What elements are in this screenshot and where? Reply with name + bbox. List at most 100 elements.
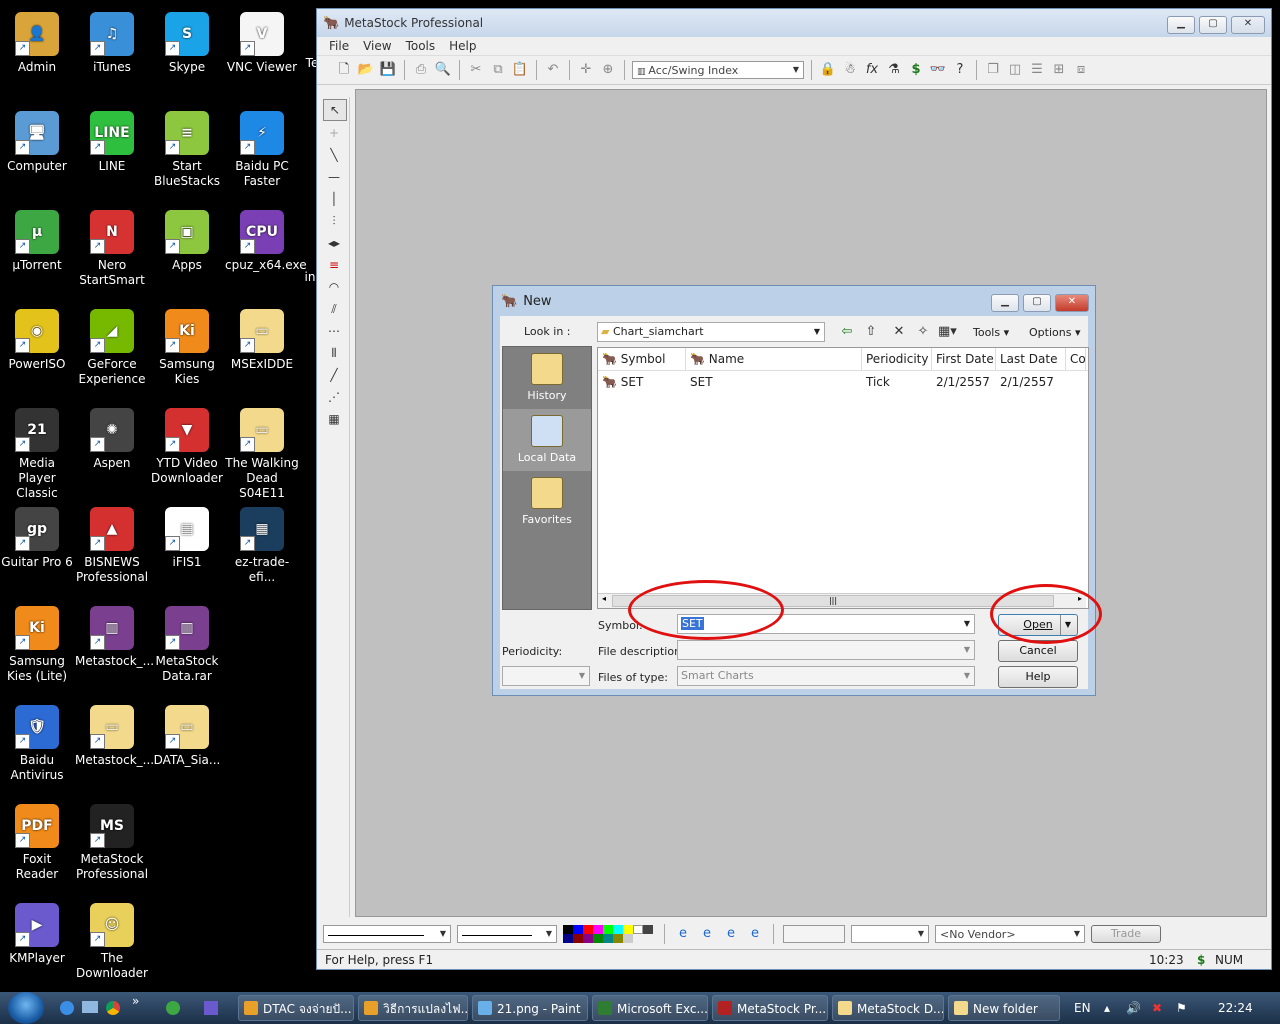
look-in-combo[interactable]: ▰ Chart_siamchart ▼ xyxy=(597,322,825,342)
channel-tool-icon[interactable]: ╱ xyxy=(323,365,345,385)
line-style-combo[interactable]: ▼ xyxy=(323,925,451,943)
new-folder-icon[interactable]: ✧ xyxy=(914,323,932,341)
quote-combo[interactable]: ▼ xyxy=(851,925,929,943)
file-list[interactable]: 🐂 Symbol 🐂 Name Periodicity First Date L… xyxy=(597,347,1089,609)
utorrent-quicklaunch-icon[interactable] xyxy=(166,1001,180,1015)
more-quicklaunch-icon[interactable]: » xyxy=(132,994,139,1008)
views-icon[interactable]: ▦▾ xyxy=(938,323,957,341)
copy-icon[interactable]: ⧉ xyxy=(489,61,507,79)
options-menu[interactable]: Options ▾ xyxy=(1029,326,1080,339)
color-swatch[interactable] xyxy=(613,925,623,934)
explorer-binoculars-icon[interactable]: 👓 xyxy=(929,61,947,79)
ie-link-icon[interactable]: e xyxy=(674,925,692,943)
color-swatch[interactable] xyxy=(643,925,653,934)
new-file-icon[interactable]: 🗋 xyxy=(335,61,353,79)
desktop-icon-msexidde[interactable]: ▭ ↗ MSExIDDE xyxy=(225,305,299,372)
desktop-icon-vnc-viewer[interactable]: V ↗ VNC Viewer xyxy=(225,8,299,75)
desktop-icon-aspen[interactable]: ✺ ↗ Aspen xyxy=(75,404,149,471)
expert-advisor-icon[interactable]: ☃ xyxy=(841,61,859,79)
desktop-icon-apps[interactable]: ▣ ↗ Apps xyxy=(150,206,224,273)
crosshair-icon[interactable]: ✛ xyxy=(577,61,595,79)
formula-icon[interactable]: fx xyxy=(863,61,881,79)
ie-link-icon-3[interactable]: e xyxy=(722,925,740,943)
desktop-icon-the-downloader[interactable]: ☺ ↗ The Downloader xyxy=(75,899,149,981)
help-button[interactable]: Help xyxy=(998,666,1078,688)
color-swatch[interactable] xyxy=(573,934,583,943)
close-button[interactable]: ✕ xyxy=(1231,16,1265,34)
zoom-icon[interactable]: ⊕ xyxy=(599,61,617,79)
desktop-icon-foxit-reader[interactable]: PDF ↗ Foxit Reader xyxy=(0,800,74,882)
show-desktop-quicklaunch-icon[interactable] xyxy=(82,1001,98,1013)
desktop-icon-poweriso[interactable]: ◉ ↗ PowerISO xyxy=(0,305,74,372)
periodicity-combo[interactable]: ▼ xyxy=(502,666,590,686)
chrome-quicklaunch-icon[interactable] xyxy=(106,1001,120,1015)
dollar-icon[interactable]: $ xyxy=(907,61,925,79)
lock-icon[interactable]: 🔒 xyxy=(819,61,837,79)
desktop-icon-baidu-pc-faster[interactable]: ⚡ ↗ Baidu PC Faster xyxy=(225,107,299,189)
metastock-titlebar[interactable]: 🐂 MetaStock Professional ▁ ▢ ✕ xyxy=(317,9,1271,37)
maximize-button[interactable]: ▢ xyxy=(1199,16,1227,34)
desktop-icon-computer[interactable]: 🖥 ↗ Computer xyxy=(0,107,74,174)
column-header-name[interactable]: 🐂 Name xyxy=(686,348,862,370)
desktop-icon-ytd-video-downloader[interactable]: ▼ ↗ YTD Video Downloader xyxy=(150,404,224,486)
column-header-first-date[interactable]: First Date xyxy=(932,348,996,370)
menu-tools[interactable]: Tools xyxy=(406,37,436,55)
desktop-icon-line[interactable]: LINE ↗ LINE xyxy=(75,107,149,174)
desktop-icon-metastock[interactable]: ▥ ↗ Metastock_... xyxy=(75,602,154,669)
trendline-tool-icon[interactable]: ╲ xyxy=(323,145,345,165)
gann-fan-tool-icon[interactable]: ⋰ xyxy=(323,387,345,407)
desktop-icon-samsung-kies[interactable]: Ki ↗ Samsung Kies xyxy=(150,305,224,387)
arc-tool-icon[interactable]: ◠ xyxy=(323,277,345,297)
ie-link-icon-2[interactable]: e xyxy=(698,925,716,943)
arrange-icon[interactable]: ⧈ xyxy=(1072,61,1090,79)
ie-quicklaunch-icon[interactable] xyxy=(60,1001,74,1015)
desktop-icon-admin[interactable]: 👤 ↗ Admin xyxy=(0,8,74,75)
desktop-icon-ifis1[interactable]: ▤ ↗ iFIS1 xyxy=(150,503,224,570)
minimize-button[interactable]: ▁ xyxy=(1167,16,1195,34)
color-swatch[interactable] xyxy=(563,934,573,943)
language-indicator[interactable]: EN xyxy=(1074,992,1091,1024)
action-center-icon[interactable]: ⚑ xyxy=(1176,992,1187,1024)
column-header-symbol[interactable]: 🐂 Symbol xyxy=(598,348,686,370)
quote-field[interactable] xyxy=(783,925,845,943)
color-swatch[interactable] xyxy=(583,934,593,943)
undo-icon[interactable]: ↶ xyxy=(544,61,562,79)
line-weight-combo[interactable]: ▼ xyxy=(457,925,557,943)
menu-view[interactable]: View xyxy=(363,37,391,55)
tray-expand-icon[interactable]: ▴ xyxy=(1104,992,1110,1024)
horizontal-line-tool-icon[interactable]: — xyxy=(323,167,345,187)
place-local-data[interactable]: Local Data xyxy=(503,409,591,471)
tile-horizontal-icon[interactable]: ☰ xyxy=(1028,61,1046,79)
ie-link-icon-4[interactable]: e xyxy=(746,925,764,943)
dialog-minimize-button[interactable]: ▁ xyxy=(991,294,1019,312)
desktop-icon-media-player-classic[interactable]: 21 ↗ Media Player Classic xyxy=(0,404,74,501)
tile-vertical-icon[interactable]: ◫ xyxy=(1006,61,1024,79)
crosshair-tool-icon[interactable]: + xyxy=(323,123,345,143)
tools-menu[interactable]: Tools ▾ xyxy=(973,326,1009,339)
start-button[interactable] xyxy=(8,992,44,1024)
color-palette[interactable] xyxy=(563,925,655,943)
desktop-icon-start-bluestacks[interactable]: ≡ ↗ Start BlueStacks xyxy=(150,107,224,189)
vertical-line-tool-icon[interactable]: │ xyxy=(323,189,345,209)
paste-icon[interactable]: 📋 xyxy=(511,61,529,79)
taskbar-item[interactable]: 21.png - Paint xyxy=(472,995,588,1021)
color-swatch[interactable] xyxy=(583,925,593,934)
retracement-tool-icon[interactable]: ⋯ xyxy=(323,321,345,341)
desktop-icon-samsung-kies-lite[interactable]: Ki ↗ Samsung Kies (Lite) xyxy=(0,602,74,684)
print-icon[interactable]: ⎙ xyxy=(412,61,430,79)
desktop-icon-metastock-data-rar[interactable]: ▥ ↗ MetaStock Data.rar xyxy=(150,602,224,684)
taskbar-item[interactable]: DTAC จงจ่ายปั... xyxy=(238,995,354,1021)
dialog-maximize-button[interactable]: ▢ xyxy=(1023,294,1051,312)
cut-icon[interactable]: ✂ xyxy=(467,61,485,79)
menu-help[interactable]: Help xyxy=(449,37,476,55)
desktop-icon-guitar-pro-6[interactable]: gp ↗ Guitar Pro 6 xyxy=(0,503,74,570)
desktop-icon-baidu-antivirus[interactable]: 🛡 ↗ Baidu Antivirus xyxy=(0,701,74,783)
desktop-icon-bisnews-professional[interactable]: ▲ ↗ BISNEWS Professional xyxy=(75,503,149,585)
desktop-icon-nero-startsmart[interactable]: N ↗ Nero StartSmart xyxy=(75,206,149,288)
desktop-icon-metastock-professional[interactable]: MS ↗ MetaStock Professional xyxy=(75,800,149,882)
table-row[interactable]: 🐂 SET SET Tick 2/1/2557 2/1/2557 xyxy=(598,371,1088,393)
taskbar-item[interactable]: MetaStock Pr... xyxy=(712,995,828,1021)
place-favorites[interactable]: Favorites xyxy=(503,471,591,533)
fib-time-tool-icon[interactable]: ⦀ xyxy=(323,343,345,363)
desktop-icon-cpuz-x64-exe[interactable]: CPU ↗ cpuz_x64.exe xyxy=(225,206,307,273)
